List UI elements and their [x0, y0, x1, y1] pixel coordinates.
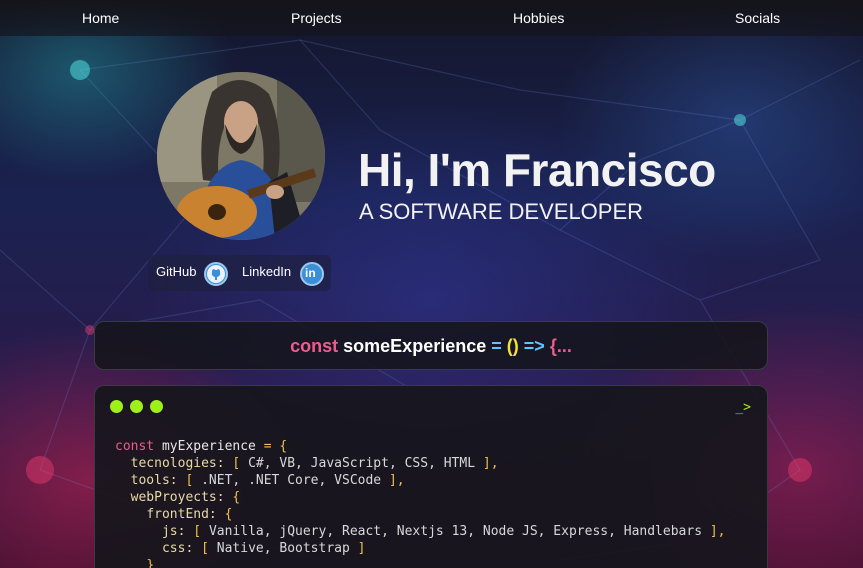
heading-parens: (): [506, 336, 519, 356]
terminal-dot-icon: [110, 400, 123, 413]
terminal-dot-icon: [150, 400, 163, 413]
code-key-js: js:: [161, 524, 186, 539]
heading-keyword: const: [290, 336, 339, 356]
heading-equals: =: [491, 336, 502, 356]
code-key-technologies: tecnologies:: [130, 456, 225, 471]
github-icon[interactable]: [204, 262, 228, 286]
heading-arrow: =>: [523, 336, 545, 356]
nav-item-home[interactable]: Home: [82, 10, 119, 26]
nav-item-hobbies[interactable]: Hobbies: [513, 10, 564, 26]
hero-greeting: Hi, I'm Francisco: [358, 144, 716, 196]
nav-item-projects[interactable]: Projects: [291, 10, 342, 26]
heading-name: someExperience: [343, 336, 487, 356]
code-var-name: myExperience: [161, 439, 256, 454]
code-css: Native, Bootstrap: [216, 541, 350, 556]
code-key-webproyects: webProyects:: [130, 490, 225, 505]
code-block: const myExperience = { tecnologies: [ C#…: [115, 439, 726, 568]
code-technologies: C#, VB, JavaScript, CSS, HTML: [248, 456, 476, 471]
heading-brace: {: [549, 336, 557, 356]
code-keyword: const: [115, 439, 155, 454]
terminal-dot-icon: [130, 400, 143, 413]
terminal-prompt: _>: [735, 400, 751, 415]
avatar: [157, 72, 325, 240]
github-link-label[interactable]: GitHub: [156, 264, 196, 279]
linkedin-icon-text: in: [305, 266, 316, 280]
top-nav: Home Projects Hobbies Socials: [0, 0, 863, 36]
code-key-frontend: frontEnd:: [146, 507, 217, 522]
experience-heading: const someExperience = () => {...: [94, 321, 768, 370]
heading-ellipsis: ...: [556, 336, 572, 356]
code-tools: .NET, .NET Core, VSCode: [201, 473, 382, 488]
code-key-css: css:: [161, 541, 194, 556]
code-terminal: _> const myExperience = { tecnologies: […: [94, 385, 768, 568]
hero-role: A SOFTWARE DEVELOPER: [359, 199, 644, 224]
code-key-tools: tools:: [130, 473, 178, 488]
nav-item-socials[interactable]: Socials: [735, 10, 780, 26]
linkedin-link-label[interactable]: LinkedIn: [242, 264, 291, 279]
linkedin-icon[interactable]: in: [300, 262, 324, 286]
code-js: Vanilla, jQuery, React, Nextjs 13, Node …: [208, 524, 703, 539]
